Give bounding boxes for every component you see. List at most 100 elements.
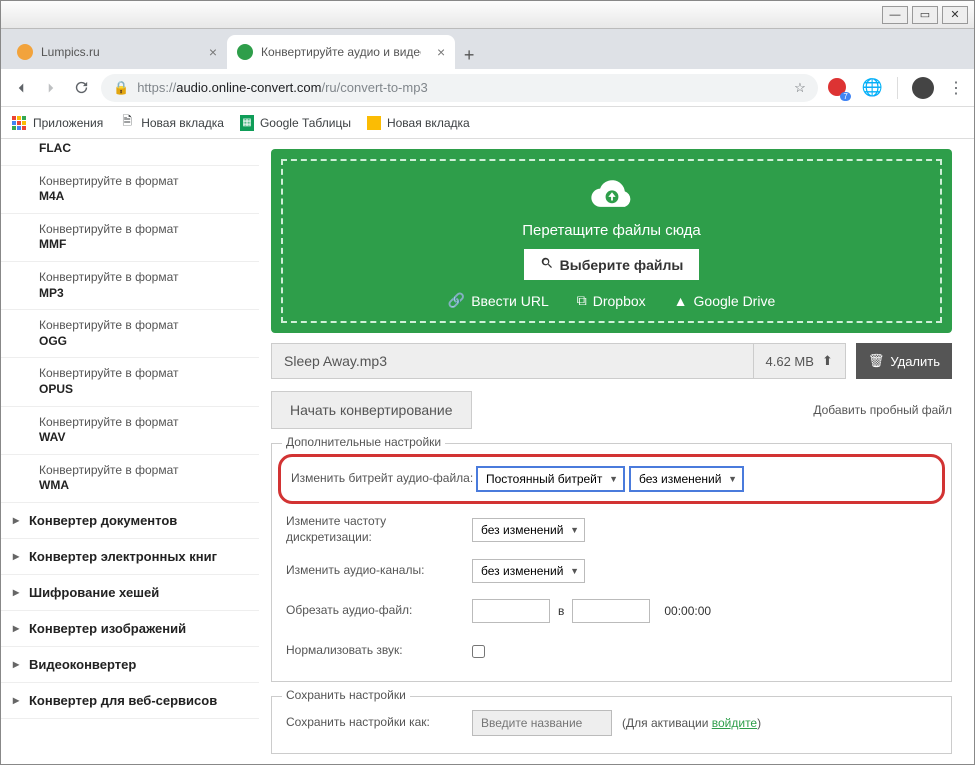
- globe-icon[interactable]: 🌐: [862, 78, 883, 98]
- normalize-label: Нормализовать звук:: [286, 643, 472, 659]
- browser-tabs: Lumpics.ru × Конвертируйте аудио и видео…: [1, 29, 974, 69]
- page-icon: 🗎: [119, 115, 135, 131]
- new-tab-button[interactable]: +: [455, 41, 483, 69]
- sidebar-cat-video[interactable]: Видеоконвертер: [1, 647, 259, 683]
- close-tab-icon[interactable]: ×: [209, 44, 217, 60]
- tab-title: Lumpics.ru: [41, 45, 100, 59]
- sheets-icon: ▦: [240, 115, 254, 131]
- save-settings-fieldset: Сохранить настройки Сохранить настройки …: [271, 696, 952, 754]
- link-label: Ввести URL: [471, 293, 549, 309]
- highlight-annotation: Изменить битрейт аудио-файла: Постоянный…: [278, 454, 945, 504]
- url-host: audio.online-convert.com: [176, 80, 321, 95]
- login-link[interactable]: войдите: [712, 716, 757, 730]
- bookmark-label: Новая вкладка: [387, 116, 470, 130]
- fieldset-legend: Дополнительные настройки: [282, 435, 445, 449]
- close-tab-icon[interactable]: ×: [437, 44, 445, 60]
- choose-label: Выберите файлы: [560, 257, 684, 273]
- sidebar-cat-hash[interactable]: Шифрование хешей: [1, 575, 259, 611]
- sidebar-cat-images[interactable]: Конвертер изображений: [1, 611, 259, 647]
- channels-select[interactable]: без изменений: [472, 559, 585, 583]
- enter-url-link[interactable]: 🔗Ввести URL: [448, 292, 549, 309]
- bookmarks-bar: Приложения 🗎 Новая вкладка ▦ Google Таблиц…: [1, 107, 974, 139]
- address-bar: 🔒 https://audio.online-convert.com/ru/co…: [1, 69, 974, 107]
- url-protocol: https://: [137, 80, 176, 95]
- dropzone-text: Перетащите файлы сюда: [293, 222, 930, 239]
- bookmark-sheets[interactable]: ▦ Google Таблицы: [240, 115, 351, 131]
- sidebar-cat-ebooks[interactable]: Конвертер электронных книг: [1, 539, 259, 575]
- bookmark-newtab1[interactable]: 🗎 Новая вкладка: [119, 115, 224, 131]
- save-name-label: Сохранить настройки как:: [286, 715, 472, 731]
- favicon-icon: [17, 44, 33, 60]
- generic-icon: [367, 116, 381, 130]
- advanced-settings-fieldset: Дополнительные настройки Изменить битрей…: [271, 443, 952, 682]
- profile-avatar[interactable]: [912, 77, 934, 99]
- cloud-upload-icon: [293, 177, 930, 216]
- fieldset-legend: Сохранить настройки: [282, 688, 410, 702]
- url-path: /ru/convert-to-mp3: [321, 80, 427, 95]
- sidebar-item-mmf[interactable]: Конвертируйте в форматMMF: [1, 214, 259, 262]
- trim-start-input[interactable]: [472, 599, 550, 623]
- samplerate-label: Измените частоту дискретизации:: [286, 514, 472, 545]
- normalize-checkbox[interactable]: [472, 645, 485, 658]
- choose-files-button[interactable]: Выберите файлы: [524, 249, 700, 280]
- apps-icon: [11, 115, 27, 131]
- search-icon: [540, 256, 554, 273]
- sidebar-item-truncated[interactable]: FLAC: [1, 139, 259, 166]
- sidebar-cat-web[interactable]: Конвертер для веб-сервисов: [1, 683, 259, 719]
- trim-end-display: 00:00:00: [664, 604, 711, 618]
- menu-icon[interactable]: ⋮: [948, 78, 964, 98]
- sidebar-item-wav[interactable]: Конвертируйте в форматWAV: [1, 407, 259, 455]
- lock-icon: 🔒: [113, 80, 129, 96]
- sidebar-item-mp3[interactable]: Конвертируйте в форматMP3: [1, 262, 259, 310]
- browser-tab-lumpics[interactable]: Lumpics.ru ×: [7, 35, 227, 69]
- favicon-icon: [237, 44, 253, 60]
- divider: [897, 77, 898, 99]
- delete-button[interactable]: 🗑 Удалить: [856, 343, 952, 379]
- bookmark-apps[interactable]: Приложения: [11, 115, 103, 131]
- trim-separator: в: [558, 604, 564, 618]
- back-button[interactable]: [11, 78, 31, 98]
- bitrate-label: Изменить битрейт аудио-файла:: [291, 471, 477, 487]
- sidebar-item-ogg[interactable]: Конвертируйте в форматOGG: [1, 310, 259, 358]
- sidebar: FLAC Конвертируйте в форматM4A Конвертир…: [1, 139, 259, 764]
- link-label: Dropbox: [593, 293, 646, 309]
- url-input[interactable]: 🔒 https://audio.online-convert.com/ru/co…: [101, 74, 818, 102]
- file-size: 4.62 MB⬆: [753, 344, 845, 378]
- add-test-file-link[interactable]: Добавить пробный файл: [813, 403, 952, 417]
- minimize-button[interactable]: —: [882, 6, 908, 24]
- bookmark-label: Google Таблицы: [260, 116, 351, 130]
- close-window-button[interactable]: ✕: [942, 6, 968, 24]
- sidebar-item-wma[interactable]: Конвертируйте в форматWMA: [1, 455, 259, 503]
- bookmark-label: Новая вкладка: [141, 116, 224, 130]
- delete-label: Удалить: [890, 354, 940, 369]
- extension-icon[interactable]: 7: [828, 78, 848, 98]
- dropbox-link[interactable]: ⧉ Dropbox: [577, 292, 646, 309]
- tab-title: Конвертируйте аудио и видео в: [261, 45, 421, 59]
- dropzone[interactable]: Перетащите файлы сюда Выберите файлы 🔗Вв…: [271, 149, 952, 333]
- save-name-input[interactable]: [472, 710, 612, 736]
- sidebar-item-opus[interactable]: Конвертируйте в форматOPUS: [1, 358, 259, 406]
- link-label: Google Drive: [694, 293, 776, 309]
- browser-tab-convert[interactable]: Конвертируйте аудио и видео в ×: [227, 35, 455, 69]
- trash-icon: 🗑: [868, 353, 885, 369]
- maximize-button[interactable]: ▭: [912, 6, 938, 24]
- bookmark-newtab2[interactable]: Новая вкладка: [367, 116, 470, 130]
- main-content: Перетащите файлы сюда Выберите файлы 🔗Вв…: [259, 139, 974, 764]
- sidebar-cat-documents[interactable]: Конвертер документов: [1, 503, 259, 539]
- activation-note: (Для активации войдите): [622, 716, 761, 730]
- gdrive-icon: ▲: [674, 293, 688, 309]
- window-title-bar: — ▭ ✕: [1, 1, 974, 29]
- bitrate-mode-select[interactable]: Постоянный битрейт: [477, 467, 624, 491]
- sidebar-item-m4a[interactable]: Конвертируйте в форматM4A: [1, 166, 259, 214]
- reload-button[interactable]: [71, 78, 91, 98]
- dropbox-icon: ⧉: [577, 292, 587, 309]
- start-convert-button[interactable]: Начать конвертирование: [271, 391, 472, 429]
- trim-end-input[interactable]: [572, 599, 650, 623]
- bitrate-value-select[interactable]: без изменений: [630, 467, 743, 491]
- bookmark-label: Приложения: [33, 116, 103, 130]
- channels-label: Изменить аудио-каналы:: [286, 563, 472, 579]
- forward-button[interactable]: [41, 78, 61, 98]
- star-icon[interactable]: ☆: [794, 80, 806, 96]
- samplerate-select[interactable]: без изменений: [472, 518, 585, 542]
- gdrive-link[interactable]: ▲ Google Drive: [674, 292, 776, 309]
